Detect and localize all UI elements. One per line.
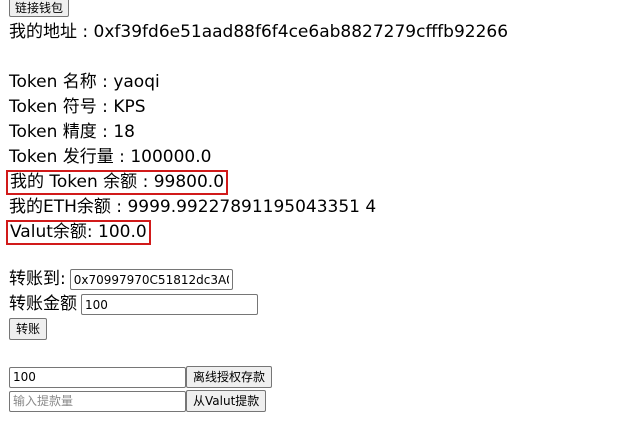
- vault-balance-label: Valut余额:: [10, 222, 99, 242]
- withdraw-row: 从Valut提款: [9, 389, 639, 413]
- transfer-amount-row: 转账金额: [9, 292, 639, 317]
- address-line: 我的地址 : 0xf39fd6e51aad88f6f4ce6ab8827279c…: [9, 20, 639, 45]
- withdraw-button[interactable]: 从Valut提款: [186, 390, 267, 412]
- connect-wallet-button[interactable]: 链接钱包: [9, 0, 70, 17]
- token-name-line: Token 名称 : yaoqi: [9, 70, 639, 95]
- page: 链接钱包 我的地址 : 0xf39fd6e51aad88f6f4ce6ab882…: [0, 0, 639, 437]
- token-supply-value: 100000.0: [130, 147, 212, 167]
- transfer-amount-input[interactable]: [81, 294, 258, 315]
- eth-balance-line: 我的ETH余额 : 9999.99227891195043351 4: [9, 195, 639, 220]
- transfer-button[interactable]: 转账: [9, 318, 48, 340]
- my-token-balance-line: 我的 Token 余额 : 99800.0: [6, 170, 639, 195]
- vault-balance-value: 100.0: [98, 222, 147, 242]
- token-symbol-line: Token 符号 : KPS: [9, 95, 639, 120]
- connect-row: 链接钱包: [9, 0, 639, 20]
- transfer-to-input[interactable]: [69, 269, 233, 290]
- deposit-row: 离线授权存款: [9, 365, 639, 389]
- token-supply-line: Token 发行量 : 100000.0: [9, 145, 639, 170]
- token-supply-label: Token 发行量 :: [9, 147, 131, 167]
- eth-balance-label: 我的ETH余额 :: [9, 197, 128, 217]
- my-token-balance-highlight: 我的 Token 余额 : 99800.0: [6, 170, 229, 195]
- token-decimals-label: Token 精度 :: [9, 122, 114, 142]
- transfer-amount-label: 转账金额: [9, 294, 77, 314]
- deposit-amount-input[interactable]: [9, 366, 186, 388]
- my-token-balance-label: 我的 Token 余额 :: [10, 172, 154, 192]
- vault-balance-line: Valut余额: 100.0: [6, 220, 639, 245]
- permit-deposit-button[interactable]: 离线授权存款: [186, 366, 273, 388]
- token-name-value: yaoqi: [113, 72, 160, 92]
- address-label: 我的地址 :: [9, 22, 94, 42]
- eth-balance-value: 9999.99227891195043351 4: [127, 197, 377, 217]
- transfer-submit-row: 转账: [9, 317, 639, 341]
- address-value: 0xf39fd6e51aad88f6f4ce6ab8827279cfffb922…: [93, 22, 509, 42]
- token-symbol-value: KPS: [113, 97, 146, 117]
- token-decimals-value: 18: [113, 122, 135, 142]
- token-decimals-line: Token 精度 : 18: [9, 120, 639, 145]
- token-name-label: Token 名称 :: [9, 72, 114, 92]
- withdraw-amount-input[interactable]: [9, 390, 186, 412]
- transfer-to-label: 转账到:: [9, 269, 66, 289]
- transfer-to-row: 转账到:: [9, 267, 639, 292]
- vault-balance-highlight: Valut余额: 100.0: [6, 220, 151, 245]
- token-symbol-label: Token 符号 :: [9, 97, 114, 117]
- my-token-balance-value: 99800.0: [153, 172, 225, 192]
